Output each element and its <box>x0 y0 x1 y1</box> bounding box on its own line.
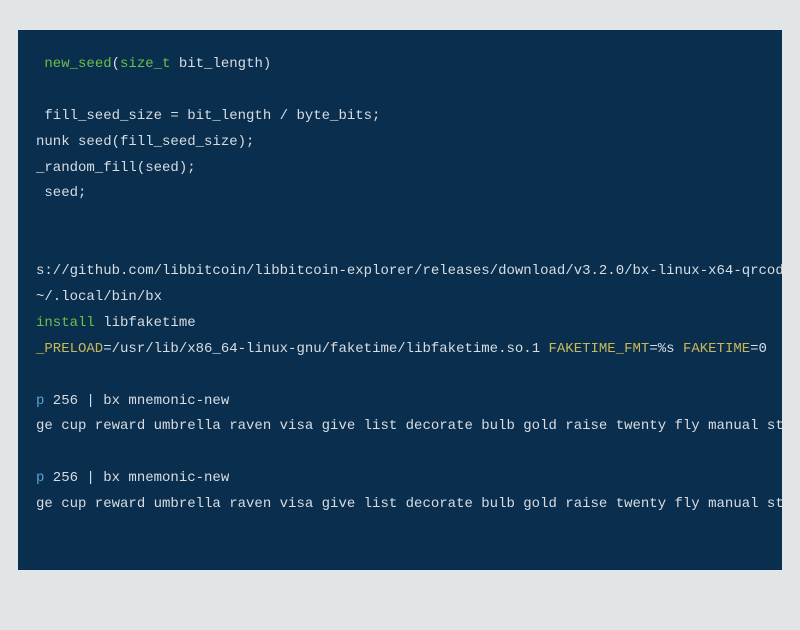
code-text: ~/.local/bin/bx <box>36 289 162 305</box>
code-text: ge cup reward umbrella raven visa give l… <box>36 496 782 512</box>
code-line-9: _PRELOAD=/usr/lib/x86_64-linux-gnu/faket… <box>18 337 782 363</box>
code-text: fill_seed_size = bit_length / byte_bits; <box>36 108 380 124</box>
code-text: =/usr/lib/x86_64-linux-gnu/faketime/libf… <box>103 341 548 357</box>
code-type: size_t <box>120 56 170 72</box>
code-text: bit_length) <box>170 56 271 72</box>
code-blank-line <box>18 363 782 389</box>
code-text: seed; <box>36 185 86 201</box>
code-text: ( <box>112 56 120 72</box>
code-text: s://github.com/libbitcoin/libbitcoin-exp… <box>36 263 782 279</box>
code-text: libfaketime <box>95 315 196 331</box>
code-text: 256 | bx mnemonic-new <box>44 470 229 486</box>
code-env-var: FAKETIME_FMT <box>549 341 650 357</box>
code-line-6: s://github.com/libbitcoin/libbitcoin-exp… <box>18 259 782 285</box>
code-blank-line <box>18 78 782 104</box>
code-blank-line <box>18 440 782 466</box>
code-block: new_seed(size_t bit_length) fill_seed_si… <box>18 30 782 570</box>
code-line-1: new_seed(size_t bit_length) <box>18 52 782 78</box>
code-blank-line <box>18 233 782 259</box>
code-line-3: nunk seed(fill_seed_size); <box>18 130 782 156</box>
code-text: =%s <box>649 341 683 357</box>
code-env-var: FAKETIME <box>683 341 750 357</box>
code-line-10: p 256 | bx mnemonic-new <box>18 389 782 415</box>
code-line-13: ge cup reward umbrella raven visa give l… <box>18 492 782 518</box>
code-text: _random_fill(seed); <box>36 160 196 176</box>
code-command: install <box>36 315 95 331</box>
code-line-7: ~/.local/bin/bx <box>18 285 782 311</box>
code-text: 256 | bx mnemonic-new <box>44 393 229 409</box>
code-line-12: p 256 | bx mnemonic-new <box>18 466 782 492</box>
code-line-4: _random_fill(seed); <box>18 156 782 182</box>
code-text: nunk seed(fill_seed_size); <box>36 134 254 150</box>
code-text: =0 <box>750 341 767 357</box>
code-line-5: seed; <box>18 181 782 207</box>
code-line-8: install libfaketime <box>18 311 782 337</box>
code-function: new_seed <box>44 56 111 72</box>
code-line-2: fill_seed_size = bit_length / byte_bits; <box>18 104 782 130</box>
code-line-11: ge cup reward umbrella raven visa give l… <box>18 414 782 440</box>
code-blank-line <box>18 207 782 233</box>
code-env-var: _PRELOAD <box>36 341 103 357</box>
code-text: ge cup reward umbrella raven visa give l… <box>36 418 782 434</box>
